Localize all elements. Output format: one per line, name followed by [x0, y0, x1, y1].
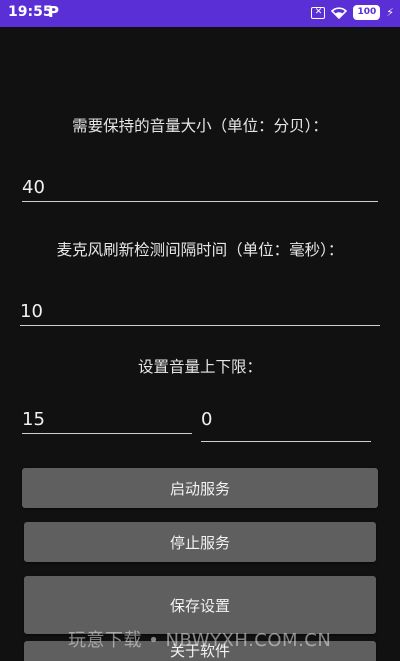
interval-field-wrap — [20, 297, 380, 326]
upper-field-wrap — [22, 405, 192, 434]
lower-limit-input[interactable] — [201, 405, 371, 433]
upper-limit-input[interactable] — [22, 405, 192, 433]
status-time: 19:55 — [8, 4, 53, 20]
watermark: 玩意下载 • NBWYXH.COM.CN — [68, 630, 332, 651]
lower-field-wrap — [201, 405, 371, 442]
start-service-button[interactable]: 启动服务 — [22, 468, 378, 508]
stop-service-button[interactable]: 停止服务 — [24, 522, 376, 562]
charging-bolt-icon: ⚡ — [386, 6, 394, 19]
interval-input[interactable] — [20, 297, 380, 325]
notification-x-icon: ✕ — [311, 6, 326, 19]
volume-input[interactable] — [22, 173, 378, 201]
interval-label: 麦克风刷新检测间隔时间（单位：毫秒）： — [56, 241, 344, 259]
volume-field-wrap — [22, 173, 378, 202]
volume-label: 需要保持的音量大小（单位：分贝）： — [72, 117, 328, 135]
status-icons: ✕ 100 ⚡ — [311, 5, 394, 20]
wifi-icon — [331, 7, 348, 19]
app-notification-icon: P — [48, 3, 59, 21]
battery-icon: 100 — [353, 5, 381, 20]
status-bar: 19:55 P ✕ 100 ⚡ — [0, 0, 400, 27]
limits-label: 设置音量上下限： — [137, 358, 262, 376]
